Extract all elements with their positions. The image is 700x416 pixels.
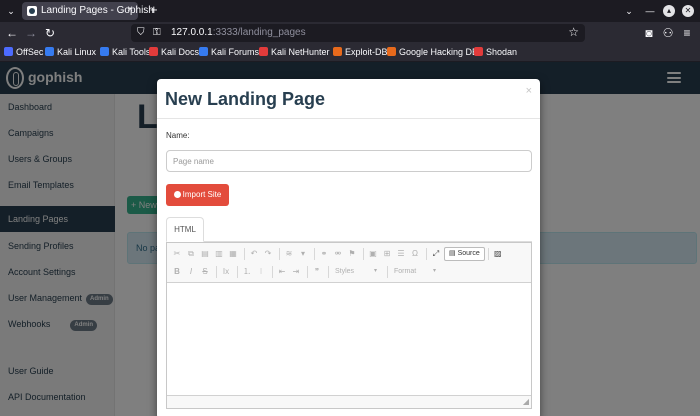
kali-icon xyxy=(45,47,54,56)
modal-header: New Landing Page × xyxy=(157,79,540,119)
modal-title: New Landing Page xyxy=(165,89,326,109)
bookmarks-bar: OffSec Kali Linux Kali Tools Kali Docs K… xyxy=(0,44,700,62)
tab-html[interactable]: HTML xyxy=(166,217,204,242)
italic-icon[interactable]: I xyxy=(185,265,197,279)
url-text[interactable]: 127.0.0.1:3333/landing_pages xyxy=(171,27,306,38)
editor-toolbar: ✂ ⧉ ▤ ▥ ▦ ↶ ↷ ≋ ▾ ⚭ ⚮ ⚑ ▣ ⊞ ☰ Ω ⤢ ▤ Source ▨ B I S Ix ⒈ ⁝ ⇤ ⇥ ❞ Sty… xyxy=(167,243,531,283)
maximize-icon[interactable]: ▴ xyxy=(663,5,675,17)
gophish-app: gophish Dashboard Campaigns Users & Grou… xyxy=(0,62,700,416)
indent-icon[interactable]: ⇥ xyxy=(290,265,302,279)
bookmark-shodan[interactable]: Shodan xyxy=(474,47,517,57)
bookmark-kali-nethunter[interactable]: Kali NetHunter xyxy=(259,47,330,57)
bookmark-kali-tools[interactable]: Kali Tools xyxy=(100,47,150,57)
tab-title: Landing Pages - Gophish xyxy=(41,5,154,16)
cut-icon[interactable]: ✂ xyxy=(171,247,183,261)
shield-icon[interactable]: ⛉ xyxy=(137,27,145,38)
link-icon[interactable]: ⚭ xyxy=(318,247,330,261)
bookmark-google-hacking-db[interactable]: Google Hacking DB xyxy=(387,47,478,57)
browser-tab[interactable]: Landing Pages - Gophish × xyxy=(22,2,154,20)
import-site-button[interactable]: Import Site xyxy=(166,184,229,206)
back-icon[interactable]: ← xyxy=(4,25,20,41)
kali-docs-icon xyxy=(149,47,158,56)
paste-word-icon[interactable]: ▦ xyxy=(227,247,239,261)
spellcheck-icon[interactable]: ≋ xyxy=(283,247,295,261)
source-button[interactable]: ▤ Source xyxy=(444,247,485,261)
browser-nav-bar: ← → ↻ ⛉ ⚿ 127.0.0.1:3333/landing_pages ☆… xyxy=(0,22,700,44)
kali-icon xyxy=(100,47,109,56)
name-label: Name: xyxy=(166,131,190,140)
exploit-db-icon xyxy=(333,47,342,56)
undo-icon[interactable]: ↶ xyxy=(248,247,260,261)
blockquote-icon[interactable]: ❞ xyxy=(311,265,323,279)
strike-icon[interactable]: S xyxy=(199,265,211,279)
anchor-icon[interactable]: ⚑ xyxy=(346,247,358,261)
editor-bottom-bar: ◢ xyxy=(167,395,531,408)
styles-dropdown[interactable]: Styles xyxy=(332,265,380,278)
close-icon[interactable]: × xyxy=(526,85,532,97)
numbered-list-icon[interactable]: ⒈ xyxy=(241,265,253,279)
gophish-favicon-icon xyxy=(27,6,37,16)
tab-close-icon[interactable]: × xyxy=(127,4,133,15)
shodan-icon xyxy=(474,47,483,56)
resize-handle-icon[interactable]: ◢ xyxy=(523,397,529,406)
url-bar[interactable]: ⛉ ⚿ 127.0.0.1:3333/landing_pages ☆ xyxy=(131,24,585,42)
offsec-icon xyxy=(4,47,13,56)
remove-format-icon[interactable]: Ix xyxy=(220,265,232,279)
browser-tab-bar: ⌄ Landing Pages - Gophish × + ⌄ — ▴ ✕ xyxy=(0,0,700,22)
editor-toolbar-row-1: ✂ ⧉ ▤ ▥ ▦ ↶ ↷ ≋ ▾ ⚭ ⚮ ⚑ ▣ ⊞ ☰ Ω ⤢ ▤ Source ▨ xyxy=(171,247,506,263)
bookmark-star-icon[interactable]: ☆ xyxy=(568,25,579,39)
app-menu-icon[interactable]: ≡ xyxy=(679,25,695,41)
outdent-icon[interactable]: ⇤ xyxy=(276,265,288,279)
nethunter-icon xyxy=(259,47,268,56)
bookmark-exploit-db[interactable]: Exploit-DB xyxy=(333,47,388,57)
page-name-input[interactable] xyxy=(166,150,532,172)
source-icon: ▤ xyxy=(449,250,458,257)
new-landing-page-modal: New Landing Page × Name: Import Site HTM… xyxy=(157,79,540,416)
reload-icon[interactable]: ↻ xyxy=(42,25,58,41)
globe-icon xyxy=(173,191,181,198)
redo-icon[interactable]: ↷ xyxy=(262,247,274,261)
format-dropdown[interactable]: Format xyxy=(391,265,439,278)
unlink-icon[interactable]: ⚮ xyxy=(332,247,344,261)
copy-icon[interactable]: ⧉ xyxy=(185,247,197,261)
paste-text-icon[interactable]: ▥ xyxy=(213,247,225,261)
table-icon[interactable]: ⊞ xyxy=(381,247,393,261)
html-editor: ✂ ⧉ ▤ ▥ ▦ ↶ ↷ ≋ ▾ ⚭ ⚮ ⚑ ▣ ⊞ ☰ Ω ⤢ ▤ Source ▨ B I S Ix ⒈ ⁝ ⇤ ⇥ ❞ Sty… xyxy=(166,242,532,409)
list-all-tabs-icon[interactable]: ⌄ xyxy=(623,5,635,17)
preview-icon[interactable]: ▨ xyxy=(492,247,504,261)
editor-toolbar-row-2: BIS Ix ⒈⁝ ⇤⇥ ❞ Styles Format xyxy=(171,265,443,281)
ghdb-icon xyxy=(387,47,396,56)
bookmark-kali-docs[interactable]: Kali Docs xyxy=(149,47,199,57)
bookmark-kali-forums[interactable]: Kali Forums xyxy=(199,47,259,57)
new-tab-button[interactable]: + xyxy=(150,2,158,17)
paste-icon[interactable]: ▤ xyxy=(199,247,211,261)
bold-icon[interactable]: B xyxy=(171,265,183,279)
bookmark-kali-linux[interactable]: Kali Linux xyxy=(45,47,96,57)
image-icon[interactable]: ▣ xyxy=(367,247,379,261)
bookmark-offsec[interactable]: OffSec xyxy=(4,47,43,57)
horizontal-line-icon[interactable]: ☰ xyxy=(395,247,407,261)
pocket-icon[interactable]: ◙ xyxy=(641,25,657,41)
bulleted-list-icon[interactable]: ⁝ xyxy=(255,265,267,279)
editor-content-area[interactable] xyxy=(167,283,531,395)
forward-icon[interactable]: → xyxy=(23,25,39,41)
tab-list-icon[interactable]: ⌄ xyxy=(4,4,18,18)
maximize-icon[interactable]: ⤢ xyxy=(430,247,442,261)
page-info-icon[interactable]: ⚿ xyxy=(153,27,161,38)
extensions-icon[interactable]: ⚇ xyxy=(660,25,676,41)
special-char-icon[interactable]: Ω xyxy=(409,247,421,261)
close-window-icon[interactable]: ✕ xyxy=(682,5,694,17)
minimize-icon[interactable]: — xyxy=(644,5,656,17)
kali-icon xyxy=(199,47,208,56)
spellcheck-dropdown-icon[interactable]: ▾ xyxy=(297,247,309,261)
